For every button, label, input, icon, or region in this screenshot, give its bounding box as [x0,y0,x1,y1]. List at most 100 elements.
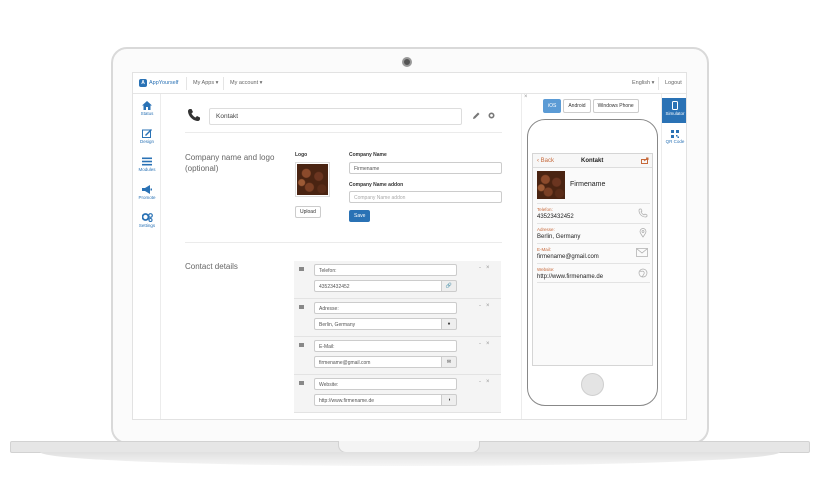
tab-ios[interactable]: iOS [543,99,562,113]
contact-value-input[interactable]: firmename@gmail.com [314,356,442,368]
section-divider [185,242,502,243]
simulator-close-icon[interactable]: × [524,94,528,100]
row-minus-button[interactable]: - [479,265,481,271]
company-section-title-line2: (optional) [185,164,219,173]
contact-value-input[interactable]: http://www.firmename.de [314,394,442,406]
company-section-title-line1: Company name and logo [185,153,275,162]
sidebar-item-promote[interactable]: Promote [133,185,161,200]
row-minus-button[interactable]: - [479,303,481,309]
tab-simulator[interactable]: Simulator [662,98,686,123]
contact-label-input[interactable]: Adresse: [314,302,457,314]
module-editor: Kontakt Company name and logo (optional)… [161,94,521,419]
row-minus-button[interactable]: - [479,341,481,347]
company-section-title: Company name and logo (optional) [185,152,274,174]
nav-my-account[interactable]: My account ▾ [230,80,262,86]
sidebar-item-label: Promote [138,195,156,200]
sidebar-item-status[interactable]: Status [133,101,161,116]
contact-section-title: Contact details [185,262,238,271]
phone-home-button[interactable] [581,373,604,396]
share-icon[interactable] [641,157,649,164]
module-title-input[interactable]: Kontakt [209,108,462,125]
laptop-foot [40,452,780,466]
row-close-button[interactable]: × [486,303,490,309]
phone-contact-row[interactable]: Adresse: Berlin, Germany [537,223,650,243]
contact-row: E-Mail: firmename@gmail.com ✉ - × [294,337,501,375]
drag-handle-icon[interactable] [299,267,304,271]
contact-label-input[interactable]: E-Mail: [314,340,457,352]
contact-label-input[interactable]: Website: [314,378,457,390]
modules-icon [142,157,152,166]
sidebar-item-settings[interactable]: Settings [133,213,161,228]
sidebar-item-modules[interactable]: Modules [133,157,161,172]
contact-row: Adresse: Berlin, Germany ● - × [294,299,501,337]
home-icon [142,101,152,110]
tab-qr-code[interactable]: QR Code [662,127,686,144]
drag-handle-icon[interactable] [299,381,304,385]
nav-divider [658,77,659,90]
phone-contact-row[interactable]: Telefon: 43523432452 [537,203,650,223]
top-navbar: A AppYourself My Apps ▾ My account ▾ Eng… [133,73,686,94]
gears-icon [141,213,153,222]
phone-contact-row[interactable]: E-Mail: firmename@gmail.com [537,243,650,263]
phone-row-value: Berlin, Germany [537,234,581,240]
phone-row-label: Website: [537,267,555,272]
brand-logo[interactable]: A AppYourself [139,79,178,87]
contact-label-input[interactable]: Telefon: [314,264,457,276]
map-pin-icon [639,228,647,238]
design-icon [142,129,152,138]
drag-handle-icon[interactable] [299,343,304,347]
phone-back-button[interactable]: ‹ Back [537,158,554,164]
camera-dot [402,57,412,67]
app-screen: A AppYourself My Apps ▾ My account ▾ Eng… [132,72,687,420]
right-toolbar: Simulator QR Code [661,94,686,419]
nav-my-apps[interactable]: My Apps ▾ [193,80,218,86]
tab-qr-code-label: QR Code [665,139,685,144]
phone-company-name: Firmename [570,181,606,188]
nav-logout[interactable]: Logout [665,80,682,86]
company-name-input[interactable]: Firmename [349,162,502,174]
left-sidebar: Status Design Modules Promote Settings [133,94,161,419]
phone-row-label: E-Mail: [537,247,552,252]
tab-simulator-label: Simulator [665,111,685,116]
envelope-icon [636,248,648,257]
phone-header: ‹ Back Kontakt [533,154,652,168]
phone-row-value: http://www.firmename.de [537,274,604,280]
phone-row-value: 43523432452 [537,214,574,220]
phone-icon [638,208,648,218]
globe-icon [638,268,648,278]
os-tabs: iOS Android Windows Phone [543,99,641,113]
nav-divider [186,77,187,90]
globe-icon[interactable]: ◑ [441,394,457,406]
company-addon-input[interactable]: Company Name addon [349,191,502,203]
envelope-icon[interactable]: ✉ [441,356,457,368]
row-close-button[interactable]: × [486,341,490,347]
upload-button[interactable]: Upload [295,206,321,218]
tab-android[interactable]: Android [563,99,591,113]
sidebar-item-label: Modules [138,167,156,172]
simulator-panel: × iOS Android Windows Phone ‹ Back Konta… [521,94,661,419]
row-close-button[interactable]: × [486,265,490,271]
phone-screen: ‹ Back Kontakt Firmename Telefon: 435234… [532,153,653,366]
row-minus-button[interactable]: - [479,379,481,385]
map-pin-icon[interactable]: ● [441,318,457,330]
contact-value-input[interactable]: Berlin, Germany [314,318,442,330]
company-logo-image [295,162,330,197]
link-icon[interactable]: 🔗 [441,280,457,292]
contact-value-input[interactable]: 43523432452 [314,280,442,292]
qr-code-icon [671,130,679,138]
contact-row: Website: http://www.firmename.de ◑ - × [294,375,501,413]
phone-row-value: firmename@gmail.com [537,254,599,260]
megaphone-icon [142,185,152,194]
phone-contact-row[interactable]: Website: http://www.firmename.de [537,263,650,283]
sidebar-item-label: Status [140,111,154,116]
tab-windows-phone[interactable]: Windows Phone [592,99,639,113]
save-button[interactable]: Save [349,210,371,222]
drag-handle-icon[interactable] [299,305,304,309]
phone-row-label: Adresse: [537,227,555,232]
sidebar-item-design[interactable]: Design [133,129,161,144]
mobile-icon [672,101,678,110]
nav-language[interactable]: English ▾ [632,80,654,86]
gear-icon[interactable] [488,112,495,119]
pencil-icon[interactable] [473,112,480,119]
row-close-button[interactable]: × [486,379,490,385]
